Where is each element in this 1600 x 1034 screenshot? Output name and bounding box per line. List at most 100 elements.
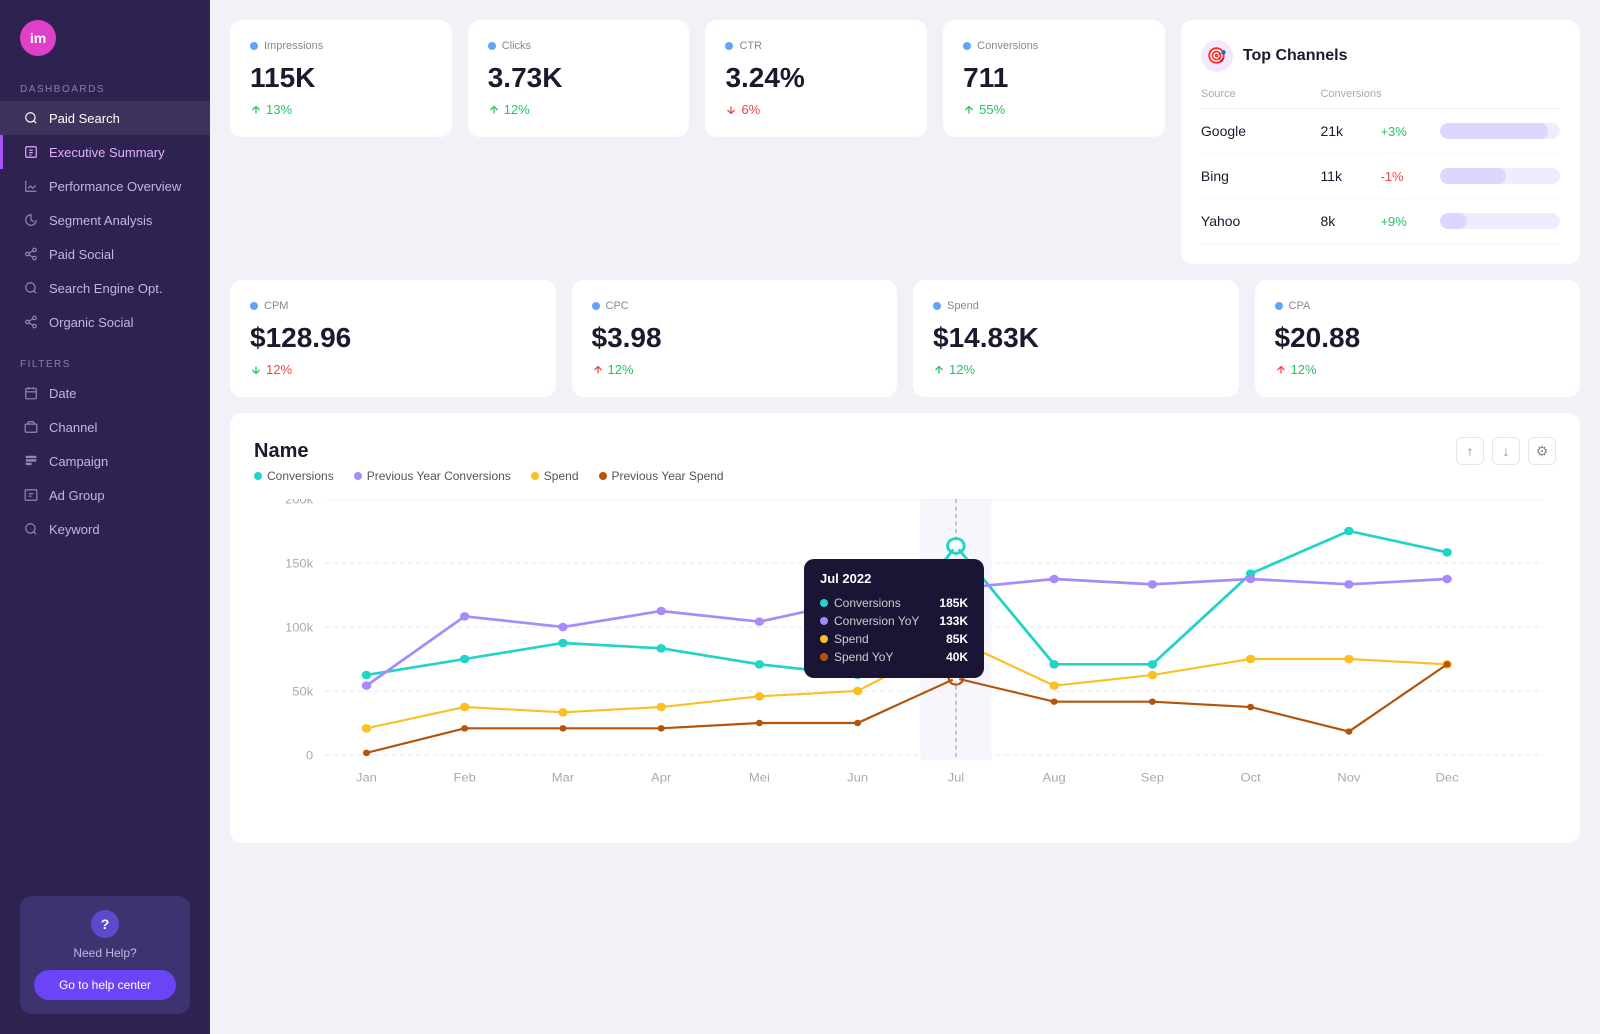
- sidebar-item-label: Paid Social: [49, 247, 114, 262]
- chart-legend: Conversions Previous Year Conversions Sp…: [254, 469, 1556, 483]
- metric-change: 13%: [250, 102, 432, 117]
- search-icon: [23, 110, 39, 126]
- chart-icon: [23, 178, 39, 194]
- metric-value: $3.98: [592, 322, 878, 354]
- need-help-text: Need Help?: [34, 946, 176, 960]
- metric-dot: [1275, 302, 1283, 310]
- metric-card-cpa: CPA $20.88 12%: [1255, 280, 1581, 397]
- channels-table-header: Source Conversions: [1201, 88, 1560, 109]
- calendar-icon: [23, 385, 39, 401]
- chart-upload-button[interactable]: ↑: [1456, 437, 1484, 465]
- metrics-row-1: Impressions 115K 13% Clicks 3.73K 12% CT…: [230, 20, 1580, 264]
- svg-text:Jun: Jun: [847, 771, 868, 784]
- sidebar-item-executive-summary[interactable]: Executive Summary: [0, 135, 210, 169]
- metric-label: CPA: [1275, 300, 1561, 312]
- sidebar: im DASHBOARDS Paid Search Executive Summ…: [0, 0, 210, 1034]
- metric-label: Clicks: [488, 40, 670, 52]
- metric-label: CPM: [250, 300, 536, 312]
- sidebar-item-search-engine-opt[interactable]: Search Engine Opt.: [0, 271, 210, 305]
- sidebar-item-label: Segment Analysis: [49, 213, 152, 228]
- metric-value: $14.83K: [933, 322, 1219, 354]
- filters-label: FILTERS: [0, 339, 210, 376]
- channel-row-google: Google 21k +3%: [1201, 109, 1560, 154]
- metric-dot: [488, 42, 496, 50]
- metric-card-impressions: Impressions 115K 13%: [230, 20, 452, 137]
- metric-change: 55%: [963, 102, 1145, 117]
- legend-prev-spend: Previous Year Spend: [599, 469, 724, 483]
- svg-text:Jan: Jan: [356, 771, 377, 784]
- chart-title: Name: [254, 440, 308, 463]
- metric-dot: [592, 302, 600, 310]
- channel-icon: [23, 419, 39, 435]
- metrics-row-2: CPM $128.96 12% CPC $3.98 12% Spend: [230, 280, 1580, 397]
- main-content: Impressions 115K 13% Clicks 3.73K 12% CT…: [210, 0, 1600, 1034]
- metric-change: 12%: [592, 362, 878, 377]
- need-help-box: ? Need Help? Go to help center: [20, 896, 190, 1014]
- sidebar-item-paid-social[interactable]: Paid Social: [0, 237, 210, 271]
- filter-keyword[interactable]: Keyword: [0, 512, 210, 546]
- metric-value: 3.24%: [725, 62, 907, 94]
- svg-text:Feb: Feb: [453, 771, 476, 784]
- sidebar-item-performance-overview[interactable]: Performance Overview: [0, 169, 210, 203]
- sidebar-item-organic-social[interactable]: Organic Social: [0, 305, 210, 339]
- metric-value: 3.73K: [488, 62, 670, 94]
- svg-text:Sep: Sep: [1141, 771, 1164, 784]
- metric-change: 12%: [933, 362, 1219, 377]
- metric-card-cpm: CPM $128.96 12%: [230, 280, 556, 397]
- metric-change: 12%: [250, 362, 536, 377]
- metric-card-conversions: Conversions 711 55%: [943, 20, 1165, 137]
- filter-ad-group[interactable]: Ad Group: [0, 478, 210, 512]
- chart-card: Name ↑ ↓ ⚙ Conversions Previous Year Con…: [230, 413, 1580, 843]
- filter-campaign[interactable]: Campaign: [0, 444, 210, 478]
- doc-icon: [23, 144, 39, 160]
- sidebar-item-label: Performance Overview: [49, 179, 181, 194]
- svg-text:Mar: Mar: [552, 771, 574, 784]
- help-center-button[interactable]: Go to help center: [34, 970, 176, 1000]
- metric-dot: [725, 42, 733, 50]
- metric-change: 12%: [488, 102, 670, 117]
- social-icon: [23, 246, 39, 262]
- legend-dot: [599, 472, 607, 480]
- channel-row-yahoo: Yahoo 8k +9%: [1201, 199, 1560, 244]
- metric-value: 711: [963, 62, 1145, 94]
- svg-text:200k: 200k: [285, 499, 314, 506]
- metric-label: CTR: [725, 40, 907, 52]
- metric-card-spend: Spend $14.83K 12%: [913, 280, 1239, 397]
- metric-value: $20.88: [1275, 322, 1561, 354]
- filter-channel[interactable]: Channel: [0, 410, 210, 444]
- legend-spend: Spend: [531, 469, 579, 483]
- top-channels-card: 🎯 Top Channels Source Conversions Google…: [1181, 20, 1580, 264]
- svg-text:150k: 150k: [285, 557, 314, 570]
- svg-text:Dec: Dec: [1436, 771, 1459, 784]
- legend-conversions: Conversions: [254, 469, 334, 483]
- channel-bar-fill: [1440, 168, 1506, 184]
- sidebar-bottom: ? Need Help? Go to help center: [0, 876, 210, 1034]
- svg-text:Aug: Aug: [1043, 771, 1066, 784]
- metric-value: $128.96: [250, 322, 536, 354]
- sidebar-item-label: Organic Social: [49, 315, 134, 330]
- keyword-icon: [23, 521, 39, 537]
- metric-label: CPC: [592, 300, 878, 312]
- svg-text:50k: 50k: [292, 685, 314, 698]
- top-channels-header: 🎯 Top Channels: [1201, 40, 1560, 72]
- filter-label: Date: [49, 386, 76, 401]
- chart-settings-button[interactable]: ⚙: [1528, 437, 1556, 465]
- chart-download-button[interactable]: ↓: [1492, 437, 1520, 465]
- channel-bar-fill: [1440, 213, 1466, 229]
- filter-date[interactable]: Date: [0, 376, 210, 410]
- metric-change: 12%: [1275, 362, 1561, 377]
- filter-label: Keyword: [49, 522, 100, 537]
- channel-bar: [1440, 123, 1560, 139]
- metric-card-clicks: Clicks 3.73K 12%: [468, 20, 690, 137]
- chart-container: 200k 150k 100k 50k 0 Jan Feb Mar Apr Mei…: [254, 499, 1556, 819]
- sidebar-item-segment-analysis[interactable]: Segment Analysis: [0, 203, 210, 237]
- adgroup-icon: [23, 487, 39, 503]
- svg-text:Oct: Oct: [1241, 771, 1262, 784]
- svg-text:Nov: Nov: [1337, 771, 1361, 784]
- sidebar-item-paid-search[interactable]: Paid Search: [0, 101, 210, 135]
- svg-text:Mei: Mei: [749, 771, 770, 784]
- sidebar-item-label: Search Engine Opt.: [49, 281, 162, 296]
- leaf-icon: [23, 314, 39, 330]
- dashboards-label: DASHBOARDS: [0, 66, 210, 101]
- filter-label: Ad Group: [49, 488, 105, 503]
